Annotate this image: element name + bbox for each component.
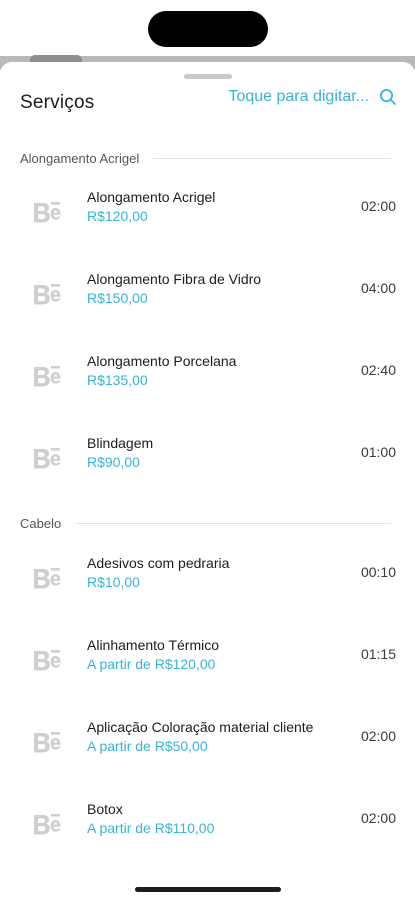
service-duration: 04:00	[360, 280, 396, 296]
service-price: R$150,00	[87, 290, 148, 306]
search-placeholder[interactable]: Toque para digitar...	[228, 88, 369, 106]
service-row[interactable]: Alongamento Fibra de Vidro R$150,00 04:0…	[0, 259, 415, 321]
brand-logo-icon	[30, 279, 64, 311]
brand-logo-icon	[30, 563, 64, 595]
service-name: Botox	[87, 801, 123, 817]
service-price: R$10,00	[87, 574, 140, 590]
service-row[interactable]: Alinhamento Térmico A partir de R$120,00…	[0, 625, 415, 687]
service-row[interactable]: Alongamento Acrigel R$120,00 02:00	[0, 177, 415, 239]
brand-logo-icon	[30, 809, 64, 841]
service-name: Aplicação Coloração material cliente	[87, 719, 314, 735]
service-duration: 02:00	[360, 728, 396, 744]
service-name: Alinhamento Térmico	[87, 637, 220, 653]
dynamic-island	[148, 11, 268, 47]
section-divider	[75, 522, 391, 524]
service-row[interactable]: Botox A partir de R$110,00 02:00	[0, 789, 415, 851]
search-icon[interactable]	[379, 88, 397, 106]
service-name: Blindagem	[87, 435, 154, 451]
brand-logo-icon	[30, 727, 64, 759]
brand-logo-icon	[30, 443, 64, 475]
service-price: R$120,00	[87, 208, 148, 224]
service-price: R$90,00	[87, 454, 140, 470]
brand-logo-icon	[30, 361, 64, 393]
home-indicator[interactable]	[135, 887, 281, 892]
service-duration: 01:15	[360, 646, 396, 662]
brand-logo-icon	[30, 197, 64, 229]
service-row[interactable]: Adesivos com pedraria R$10,00 00:10	[0, 543, 415, 605]
service-duration: 00:10	[360, 564, 396, 580]
service-name: Alongamento Porcelana	[87, 353, 237, 369]
section-header-alongamento-acrigel: Alongamento Acrigel	[20, 148, 391, 168]
service-price: A partir de R$110,00	[87, 820, 215, 836]
page-title: Serviços	[20, 92, 95, 113]
section-label: Cabelo	[20, 515, 62, 531]
service-price: R$135,00	[87, 372, 148, 388]
sheet-grabber[interactable]	[184, 74, 232, 79]
service-price: A partir de R$120,00	[87, 656, 216, 672]
service-duration: 01:00	[360, 444, 396, 460]
service-row[interactable]: Alongamento Porcelana R$135,00 02:40	[0, 341, 415, 403]
section-divider	[153, 157, 391, 159]
section-header-cabelo: Cabelo	[20, 513, 391, 533]
service-duration: 02:00	[360, 198, 396, 214]
brand-logo-icon	[30, 645, 64, 677]
service-name: Adesivos com pedraria	[87, 555, 230, 571]
service-duration: 02:00	[360, 810, 396, 826]
section-label: Alongamento Acrigel	[20, 150, 140, 166]
service-row[interactable]: Blindagem R$90,00 01:00	[0, 423, 415, 485]
service-duration: 02:40	[360, 362, 396, 378]
service-row[interactable]: Aplicação Coloração material cliente A p…	[0, 707, 415, 769]
search-field[interactable]: Toque para digitar...	[228, 88, 397, 106]
service-name: Alongamento Acrigel	[87, 189, 216, 205]
service-name: Alongamento Fibra de Vidro	[87, 271, 262, 287]
service-price: A partir de R$50,00	[87, 738, 208, 754]
phone-screen: Serviços Toque para digitar... Alongamen…	[0, 0, 415, 900]
services-sheet: Serviços Toque para digitar... Alongamen…	[0, 62, 415, 900]
